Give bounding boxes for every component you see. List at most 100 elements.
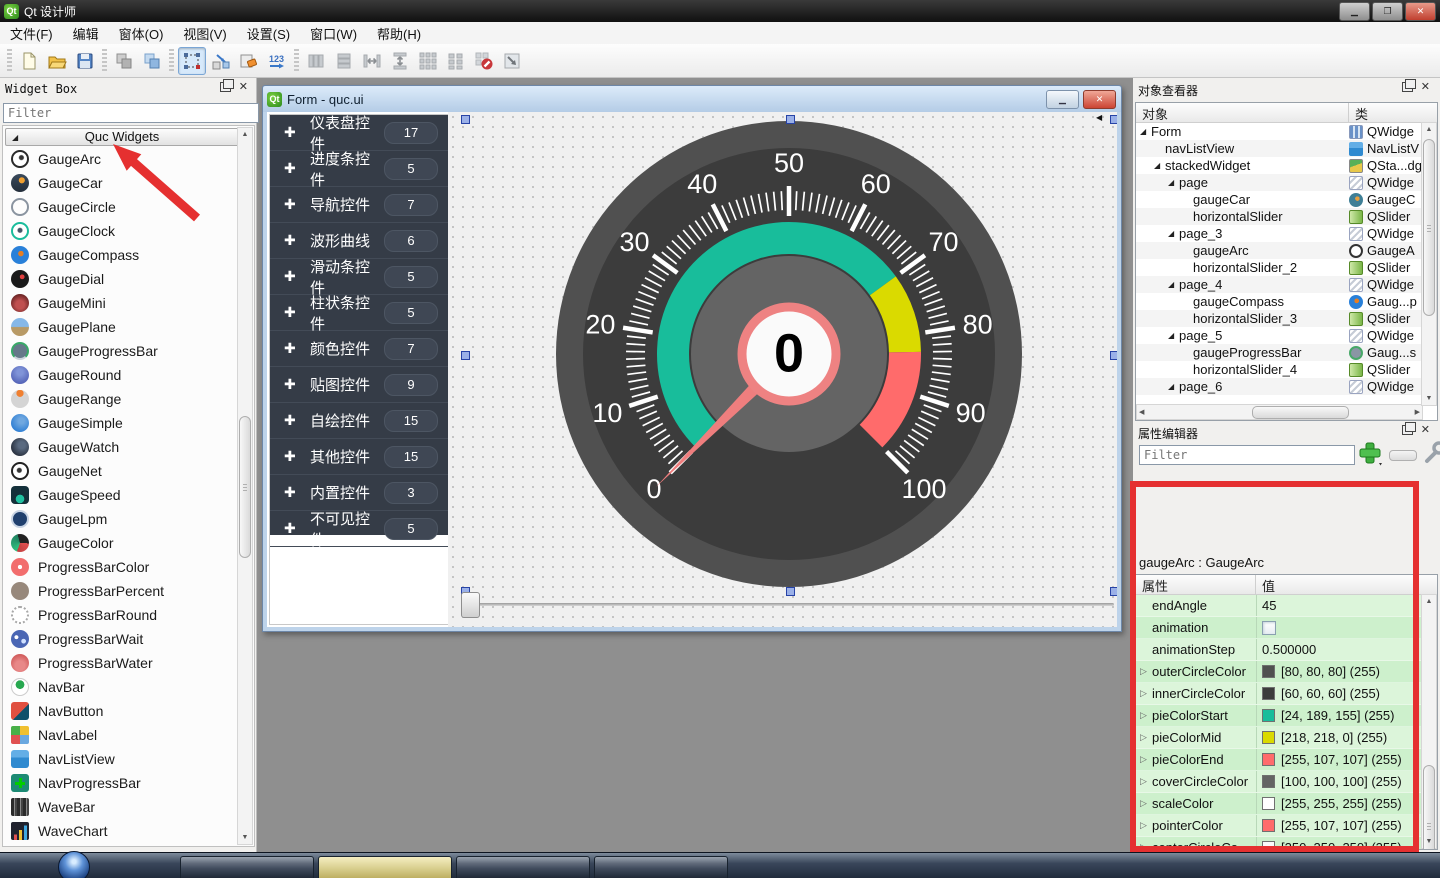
tree-row-gaugeArc[interactable]: gaugeArcGaugeA xyxy=(1136,242,1437,259)
configure-icon[interactable] xyxy=(1421,439,1440,472)
scroll-down-icon[interactable]: ▼ xyxy=(238,831,252,844)
save-file-icon[interactable] xyxy=(72,48,98,74)
widget-item-ProgressBarWater[interactable]: ProgressBarWater xyxy=(5,651,237,675)
tree-row-page_6[interactable]: ◢page_6QWidge xyxy=(1136,378,1437,395)
widget-item-NavLabel[interactable]: NavLabel xyxy=(5,723,237,747)
taskbar-app-button[interactable] xyxy=(594,856,728,878)
widget-item-GaugePlane[interactable]: GaugePlane xyxy=(5,315,237,339)
minimize-button[interactable]: ▁ xyxy=(1339,2,1370,21)
layout-vertical-icon[interactable] xyxy=(331,48,357,74)
selection-handle[interactable] xyxy=(1110,351,1117,360)
expand-icon[interactable]: ◢ xyxy=(1154,161,1165,170)
design-canvas[interactable]: 01020304050607080901000 ◀ xyxy=(448,112,1117,627)
widget-item-NavListView[interactable]: NavListView xyxy=(5,747,237,771)
new-file-icon[interactable] xyxy=(16,48,42,74)
gauge-arc-widget[interactable]: 01020304050607080901000 xyxy=(549,114,1029,594)
layout-grid-icon[interactable] xyxy=(415,48,441,74)
widget-item-GaugeSimple[interactable]: GaugeSimple xyxy=(5,411,237,435)
widget-item-GaugeNet[interactable]: GaugeNet xyxy=(5,459,237,483)
widget-item-GaugeMini[interactable]: GaugeMini xyxy=(5,291,237,315)
nav-item-4[interactable]: ✚滑动条控件5 xyxy=(270,259,448,295)
tree-row-gaugeCompass[interactable]: gaugeCompassGaug...p xyxy=(1136,293,1437,310)
nav-item-8[interactable]: ✚自绘控件15 xyxy=(270,403,448,439)
scroll-right-icon[interactable]: ▶ xyxy=(1415,408,1420,416)
taskbar-app-button[interactable] xyxy=(456,856,590,878)
widget-item-GaugeColor[interactable]: GaugeColor xyxy=(5,531,237,555)
scrollbar-thumb[interactable] xyxy=(1423,139,1435,316)
open-file-icon[interactable] xyxy=(44,48,70,74)
overlap-squares-blue-icon[interactable] xyxy=(139,48,165,74)
widget-box-filter-input[interactable] xyxy=(3,103,259,123)
close-panel-icon[interactable]: ✕ xyxy=(1421,425,1430,435)
nav-item-2[interactable]: ✚导航控件7 xyxy=(270,187,448,223)
widget-item-ProgressBarPercent[interactable]: ProgressBarPercent xyxy=(5,579,237,603)
tree-row-stackedWidget[interactable]: ◢stackedWidgetQSta...dg xyxy=(1136,157,1437,174)
tree-row-page_5[interactable]: ◢page_5QWidge xyxy=(1136,327,1437,344)
edit-tab-order-icon[interactable]: 123 xyxy=(264,48,290,74)
property-vscrollbar[interactable]: ▲ ▼ xyxy=(1421,594,1437,849)
tree-row-page[interactable]: ◢pageQWidge xyxy=(1136,174,1437,191)
layout-horizontal-icon[interactable] xyxy=(303,48,329,74)
edit-widgets-icon[interactable] xyxy=(178,47,206,75)
nav-item-3[interactable]: ✚波形曲线6 xyxy=(270,223,448,259)
scroll-down-icon[interactable]: ▼ xyxy=(1422,835,1436,848)
menu-item-5[interactable]: 窗口(W) xyxy=(300,22,367,45)
splitter-vertical-icon[interactable] xyxy=(387,48,413,74)
widget-item-GaugeCar[interactable]: GaugeCar xyxy=(5,171,237,195)
nav-item-1[interactable]: ✚进度条控件5 xyxy=(270,151,448,187)
taskbar-app-button[interactable] xyxy=(318,856,452,878)
remove-property-button[interactable] xyxy=(1389,450,1417,461)
restore-button[interactable]: ❐ xyxy=(1372,2,1403,21)
tree-row-horizontalSlider_2[interactable]: horizontalSlider_2QSlider xyxy=(1136,259,1437,276)
expand-icon[interactable]: ◢ xyxy=(1168,229,1179,238)
nav-item-11[interactable]: ✚不可见控件5 xyxy=(270,511,448,547)
scrollbar-thumb[interactable] xyxy=(1252,406,1349,419)
close-button[interactable]: ✕ xyxy=(1405,2,1436,21)
object-tree-hscrollbar[interactable]: ◀ ▶ xyxy=(1136,404,1423,420)
widget-item-NavButton[interactable]: NavButton xyxy=(5,699,237,723)
widget-list-scrollbar[interactable]: ▲ ▼ xyxy=(237,127,253,845)
scroll-up-icon[interactable]: ▲ xyxy=(1422,595,1436,608)
selection-handle[interactable] xyxy=(786,115,795,124)
add-dynamic-property-button[interactable] xyxy=(1355,441,1385,472)
widget-item-GaugeCircle[interactable]: GaugeCircle xyxy=(5,195,237,219)
selection-handle[interactable] xyxy=(1110,115,1117,124)
widget-item-GaugeClock[interactable]: GaugeClock xyxy=(5,219,237,243)
scroll-down-icon[interactable]: ▼ xyxy=(1422,392,1436,405)
menu-item-2[interactable]: 窗体(O) xyxy=(109,22,174,45)
column-class[interactable]: 类 xyxy=(1349,103,1374,122)
form-close-button[interactable]: ✕ xyxy=(1083,90,1116,109)
float-panel-icon[interactable] xyxy=(1402,425,1413,435)
tree-row-navListView[interactable]: navListViewNavListV xyxy=(1136,140,1437,157)
nav-item-0[interactable]: ✚仪表盘控件17 xyxy=(270,115,448,151)
horizontal-slider-handle[interactable] xyxy=(461,592,480,618)
tree-row-Form[interactable]: ◢FormQWidge xyxy=(1136,123,1437,140)
widget-item-GaugeLpm[interactable]: GaugeLpm xyxy=(5,507,237,531)
break-layout-icon[interactable] xyxy=(471,48,497,74)
menu-item-3[interactable]: 视图(V) xyxy=(173,22,236,45)
menu-item-4[interactable]: 设置(S) xyxy=(237,22,300,45)
widget-item-ProgressBarRound[interactable]: ProgressBarRound xyxy=(5,603,237,627)
nav-item-6[interactable]: ✚颜色控件7 xyxy=(270,331,448,367)
tree-row-horizontalSlider_4[interactable]: horizontalSlider_4QSlider xyxy=(1136,361,1437,378)
widget-item-GaugeSpeed[interactable]: GaugeSpeed xyxy=(5,483,237,507)
widget-item-GaugeArc[interactable]: GaugeArc xyxy=(5,147,237,171)
tree-row-gaugeCar[interactable]: gaugeCarGaugeC xyxy=(1136,191,1437,208)
edit-buddies-icon[interactable] xyxy=(236,48,262,74)
expand-icon[interactable]: ◢ xyxy=(1168,331,1179,340)
widget-item-WaveBar[interactable]: WaveBar xyxy=(5,795,237,819)
scrollbar-thumb[interactable] xyxy=(239,416,251,558)
menu-item-6[interactable]: 帮助(H) xyxy=(367,22,431,45)
nav-item-5[interactable]: ✚柱状条控件5 xyxy=(270,295,448,331)
widget-item-GaugeRange[interactable]: GaugeRange xyxy=(5,387,237,411)
expand-icon[interactable]: ◢ xyxy=(1140,127,1151,136)
tree-row-gaugeProgressBar[interactable]: gaugeProgressBarGaug...s xyxy=(1136,344,1437,361)
expand-icon[interactable]: ◢ xyxy=(1168,280,1179,289)
widget-item-ProgressBarColor[interactable]: ProgressBarColor xyxy=(5,555,237,579)
widget-item-GaugeRound[interactable]: GaugeRound xyxy=(5,363,237,387)
splitter-horizontal-icon[interactable] xyxy=(359,48,385,74)
menu-item-0[interactable]: 文件(F) xyxy=(0,22,63,45)
horizontal-slider-groove[interactable] xyxy=(470,603,1114,606)
widget-item-GaugeCompass[interactable]: GaugeCompass xyxy=(5,243,237,267)
selection-handle[interactable] xyxy=(461,351,470,360)
